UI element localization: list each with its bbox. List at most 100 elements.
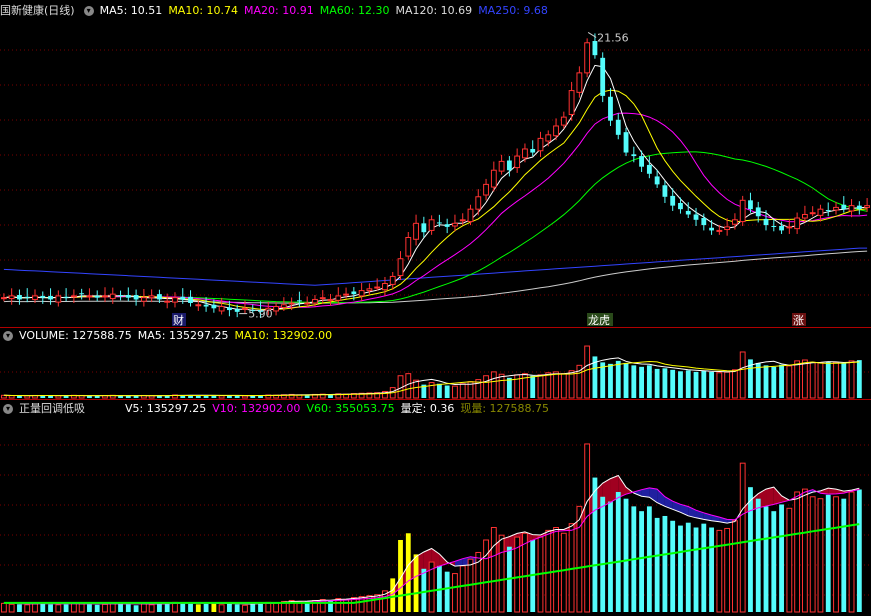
- candle-body: [17, 295, 22, 300]
- candle-body: [685, 210, 691, 215]
- candle-body: [739, 199, 746, 223]
- candle-body: [164, 300, 171, 303]
- indicator-bar: [218, 604, 225, 613]
- indicator-bar: [576, 505, 583, 613]
- ma120-label: MA120: 10.69: [395, 4, 473, 17]
- indicator-bar: [63, 604, 69, 612]
- indicator-bar: [701, 523, 707, 612]
- candle-body: [848, 205, 855, 212]
- candle-body: [701, 218, 707, 226]
- candle-body: [841, 204, 847, 210]
- volume-bar: [771, 366, 777, 398]
- volume-bar: [568, 370, 575, 399]
- volume-bar: [848, 360, 855, 399]
- candle-body: [568, 90, 575, 115]
- volume-bar: [779, 364, 784, 398]
- indicator-bar: [157, 603, 162, 612]
- candle-body: [779, 225, 784, 231]
- stock-chart[interactable]: 21.56 5.90 财 龙虎 涨: [0, 0, 871, 616]
- volume-bar: [639, 366, 644, 398]
- candle-body: [809, 212, 816, 215]
- v5-v10-fill: [766, 487, 774, 507]
- candle-body: [639, 156, 644, 167]
- volume-bar: [436, 383, 442, 398]
- volume-bar: [55, 395, 62, 399]
- candle-body: [771, 225, 777, 227]
- volume-bar: [506, 377, 512, 398]
- candle-body: [273, 306, 279, 312]
- indicator-bar: [553, 527, 559, 613]
- volume-bar: [459, 383, 466, 399]
- volume-panel: [0, 345, 862, 399]
- candle-body: [748, 200, 753, 210]
- volume-bar: [452, 385, 458, 399]
- candle-body: [32, 295, 38, 300]
- indicator-bar: [125, 604, 131, 612]
- candle-body: [584, 42, 591, 74]
- candle-body: [351, 291, 357, 295]
- candle-body: [140, 297, 147, 302]
- indicator-bar: [693, 527, 699, 612]
- candle-body: [327, 298, 334, 301]
- v10-label: V10: 132902.00: [212, 402, 301, 415]
- ma10-label: MA10: 10.74: [168, 4, 239, 17]
- ma10-line: [3, 89, 868, 310]
- indicator-bar: [140, 603, 147, 613]
- stock-title: 国新健康(日线): [0, 4, 75, 17]
- candle-body: [24, 296, 30, 298]
- indicator-bar: [203, 603, 209, 612]
- volume-bar: [763, 365, 769, 398]
- indicator-bar: [639, 511, 644, 612]
- volume-bar: [133, 395, 139, 398]
- indicator-bar: [32, 603, 38, 613]
- indicator-bar: [273, 602, 279, 613]
- candle-body: [405, 236, 412, 257]
- chevron-down-icon[interactable]: ▾: [3, 331, 13, 341]
- indicator-bar: [444, 571, 450, 612]
- chevron-down-icon[interactable]: ▾: [3, 404, 13, 414]
- indicator-bar: [592, 477, 598, 612]
- candle-body: [600, 57, 606, 96]
- candle-body: [63, 296, 69, 298]
- volume-bar: [444, 385, 450, 398]
- ma250-label: MA250: 9.68: [478, 4, 548, 17]
- low-price-label: 5.90: [248, 308, 272, 321]
- candle-body: [304, 302, 311, 305]
- volume-bar: [662, 368, 668, 398]
- volume-bar: [654, 368, 660, 398]
- chevron-down-icon[interactable]: ▾: [83, 6, 94, 16]
- volume-bar: [242, 395, 248, 399]
- candle-body: [514, 155, 521, 169]
- candle-body: [109, 293, 116, 300]
- volume-bar: [833, 361, 839, 399]
- indicator-bar: [600, 496, 606, 612]
- candle-body: [506, 160, 512, 171]
- v5-label: V5: 135297.25: [125, 402, 207, 415]
- candle-body: [615, 119, 621, 135]
- volume-bar: [94, 395, 100, 398]
- candle-body: [498, 160, 505, 172]
- candle-body: [709, 227, 714, 231]
- volume-bar: [841, 362, 847, 398]
- cai-marker: 财: [173, 313, 184, 327]
- volume-bar: [731, 369, 738, 399]
- volume-bar: [631, 365, 637, 398]
- volume-bar: [856, 360, 862, 398]
- indicator-bar: [87, 604, 92, 612]
- vol-ma10-label: MA10: 132902.00: [234, 329, 333, 342]
- candle-body: [172, 297, 178, 303]
- indicator-legend: ▾ 正量回调低吸 V5: 135297.25 V10: 132902.00 V60: 3…: [0, 402, 555, 416]
- candle-body: [623, 132, 629, 153]
- candle-body: [358, 290, 365, 297]
- candle-body: [40, 295, 46, 298]
- indicator-bar: [678, 525, 683, 612]
- ma60-label: MA60: 12.30: [319, 4, 390, 17]
- indicator-bar: [483, 539, 489, 613]
- indicator-bar: [452, 573, 458, 613]
- volume-bar: [724, 371, 731, 399]
- candle-body: [662, 185, 668, 197]
- indicator-bar: [841, 498, 847, 612]
- candle-body: [421, 223, 427, 233]
- candle-body: [833, 206, 839, 211]
- candle-body: [55, 295, 62, 303]
